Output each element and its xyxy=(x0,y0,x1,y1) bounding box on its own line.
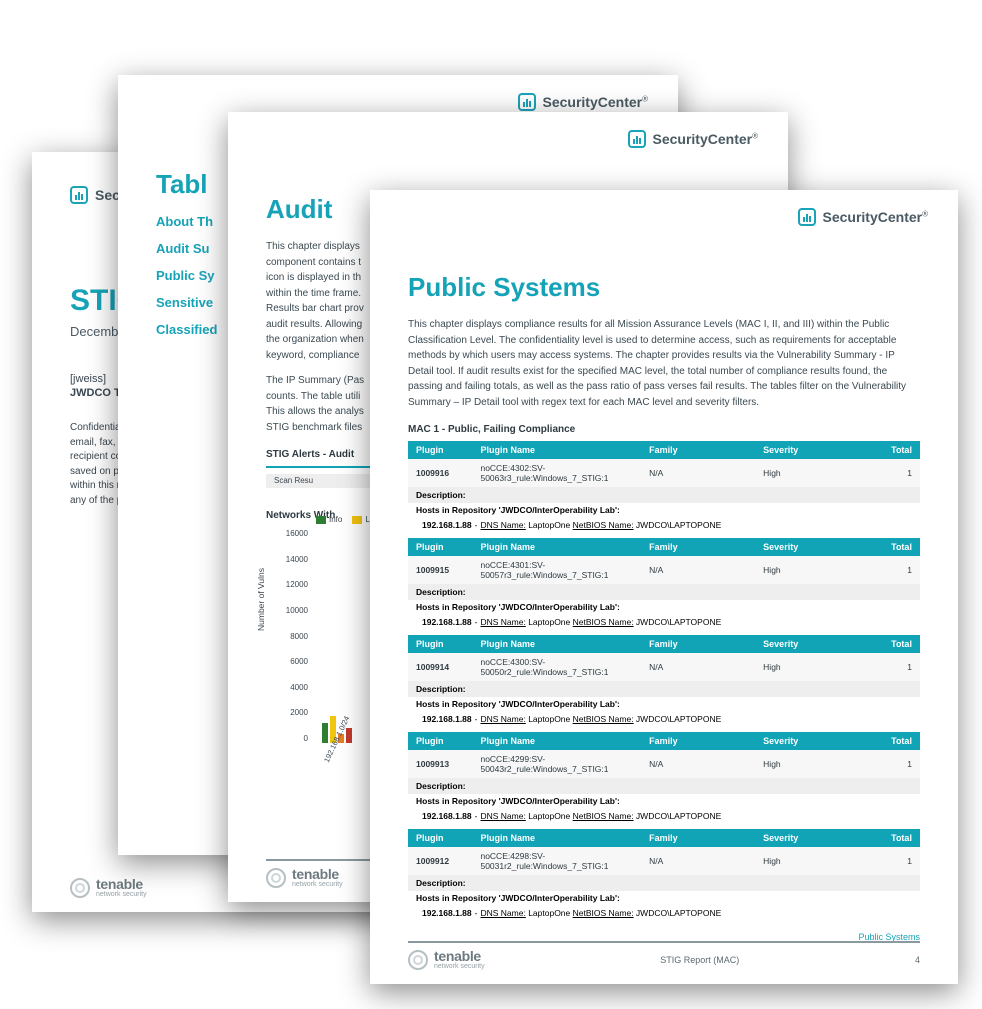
host-line: 192.168.1.88-DNS Name: LaptopOne NetBIOS… xyxy=(408,808,920,829)
table-row: 1009913noCCE:4299:SV-50043r2_rule:Window… xyxy=(408,750,920,778)
bars-icon xyxy=(628,130,646,148)
repo-line: Hosts in Repository 'JWDCO/InterOperabil… xyxy=(408,503,920,517)
footer-center: STIG Report (MAC) xyxy=(660,955,739,965)
table-header: PluginPlugin NameFamilySeverityTotal xyxy=(408,635,920,653)
tenable-ring-icon xyxy=(266,868,286,888)
page4-intro: This chapter displays compliance results… xyxy=(408,317,920,410)
page4-title: Public Systems xyxy=(408,272,920,303)
tenable-ring-icon xyxy=(70,878,90,898)
table-header: PluginPlugin NameFamilySeverityTotal xyxy=(408,441,920,459)
security-center-text: SecurityCenter® xyxy=(823,209,929,225)
chart-bar-info xyxy=(322,723,328,743)
tenable-logo: tenablenetwork security xyxy=(408,949,485,970)
tenable-ring-icon xyxy=(408,950,428,970)
chart-bar-high xyxy=(346,728,352,743)
security-center-text: SecurityCenter® xyxy=(543,94,649,110)
repo-line: Hosts in Repository 'JWDCO/InterOperabil… xyxy=(408,794,920,808)
repo-line: Hosts in Repository 'JWDCO/InterOperabil… xyxy=(408,600,920,614)
chart-yticks: 1600014000120001000080006000400020000 xyxy=(266,529,312,743)
table-row: 1009914noCCE:4300:SV-50050r2_rule:Window… xyxy=(408,653,920,681)
security-center-brand: SecurityCenter® xyxy=(628,130,759,148)
security-center-brand: SecurityCenter® xyxy=(798,208,929,226)
table-header: PluginPlugin NameFamilySeverityTotal xyxy=(408,732,920,750)
bars-icon xyxy=(798,208,816,226)
report-page-4: SecurityCenter® Public Systems This chap… xyxy=(370,190,958,984)
footer-page: 4 xyxy=(915,955,920,965)
table-row: 1009915noCCE:4301:SV-50057r3_rule:Window… xyxy=(408,556,920,584)
host-line: 192.168.1.88-DNS Name: LaptopOne NetBIOS… xyxy=(408,517,920,538)
desc-label: Description: xyxy=(408,778,920,794)
tenable-logo: tenablenetwork security xyxy=(266,867,343,888)
repo-line: Hosts in Repository 'JWDCO/InterOperabil… xyxy=(408,891,920,905)
page4-footer: tenablenetwork security STIG Report (MAC… xyxy=(408,941,920,970)
security-center-text: SecurityCenter® xyxy=(653,131,759,147)
desc-label: Description: xyxy=(408,681,920,697)
chart-ylabel: Number of Vulns xyxy=(256,568,266,631)
compliance-table: PluginPlugin NameFamilySeverityTotal1009… xyxy=(408,441,920,926)
tenable-logo: tenablenetwork security xyxy=(70,877,147,898)
page4-table-title: MAC 1 - Public, Failing Compliance xyxy=(408,424,920,435)
desc-label: Description: xyxy=(408,487,920,503)
table-row: 1009916noCCE:4302:SV-50063r3_rule:Window… xyxy=(408,459,920,487)
bars-icon xyxy=(70,186,88,204)
table-row: 1009912noCCE:4298:SV-50031r2_rule:Window… xyxy=(408,847,920,875)
host-line: 192.168.1.88-DNS Name: LaptopOne NetBIOS… xyxy=(408,711,920,732)
security-center-brand: SecurityCenter® xyxy=(518,93,649,111)
host-line: 192.168.1.88-DNS Name: LaptopOne NetBIOS… xyxy=(408,614,920,635)
desc-label: Description: xyxy=(408,584,920,600)
desc-label: Description: xyxy=(408,875,920,891)
table-header: PluginPlugin NameFamilySeverityTotal xyxy=(408,829,920,847)
bars-icon xyxy=(518,93,536,111)
table-header: PluginPlugin NameFamilySeverityTotal xyxy=(408,538,920,556)
repo-line: Hosts in Repository 'JWDCO/InterOperabil… xyxy=(408,697,920,711)
host-line: 192.168.1.88-DNS Name: LaptopOne NetBIOS… xyxy=(408,905,920,926)
